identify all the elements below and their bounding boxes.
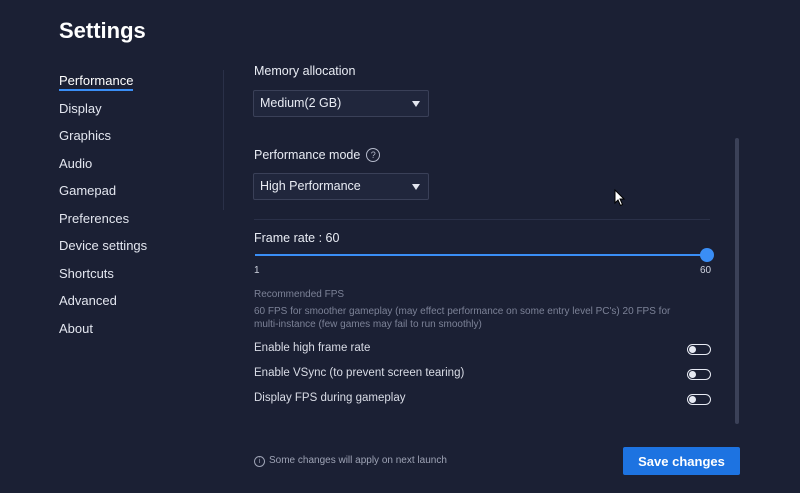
high-frame-rate-label: Enable high frame rate xyxy=(254,342,371,354)
performance-mode-dropdown[interactable]: High Performance xyxy=(253,173,429,200)
save-changes-button[interactable]: Save changes xyxy=(623,447,740,475)
sidebar-item-gamepad[interactable]: Gamepad xyxy=(59,180,147,208)
sidebar-item-performance[interactable]: Performance xyxy=(59,70,147,98)
recommended-fps-description: 60 FPS for smoother gameplay (may effect… xyxy=(254,306,671,330)
content-scrollbar[interactable] xyxy=(735,138,739,424)
sidebar-item-label: Display xyxy=(59,100,102,116)
memory-allocation-value: Medium(2 GB) xyxy=(260,96,342,110)
frame-rate-slider[interactable] xyxy=(255,248,714,262)
sidebar-item-advanced[interactable]: Advanced xyxy=(59,290,147,318)
sidebar-item-display[interactable]: Display xyxy=(59,98,147,126)
memory-allocation-label: Memory allocation xyxy=(254,64,356,78)
sidebar-item-label: Advanced xyxy=(59,293,117,308)
footer-note: i Some changes will apply on next launch xyxy=(254,455,447,467)
settings-window: Settings Performance Display Graphics Au… xyxy=(0,0,800,493)
memory-allocation-dropdown[interactable]: Medium(2 GB) xyxy=(253,90,429,117)
toggle-knob xyxy=(689,396,696,403)
sidebar-item-label: Device settings xyxy=(59,238,148,253)
frame-rate-max-label: 60 xyxy=(700,265,712,276)
vsync-label: Enable VSync (to prevent screen tearing) xyxy=(254,367,465,379)
sidebar-item-audio[interactable]: Audio xyxy=(59,153,147,181)
performance-mode-value: High Performance xyxy=(260,179,361,193)
sidebar-item-label: Shortcuts xyxy=(59,265,114,281)
section-divider xyxy=(254,219,710,220)
sidebar-item-device-settings[interactable]: Device settings xyxy=(59,235,147,263)
performance-mode-text: Performance mode xyxy=(254,148,361,162)
frame-rate-slider-fill xyxy=(255,254,707,256)
sidebar-item-label: About xyxy=(59,320,93,336)
help-icon[interactable]: ? xyxy=(366,148,381,162)
sidebar-item-label: Performance xyxy=(59,73,134,91)
info-icon: i xyxy=(254,456,265,467)
mouse-cursor-icon xyxy=(614,189,626,207)
display-fps-label: Display FPS during gameplay xyxy=(254,392,406,404)
sidebar-item-preferences[interactable]: Preferences xyxy=(59,208,147,236)
sidebar-item-graphics[interactable]: Graphics xyxy=(59,125,147,153)
chevron-down-icon xyxy=(412,101,420,107)
toggle-knob xyxy=(689,371,696,378)
sidebar-item-about[interactable]: About xyxy=(59,318,147,346)
sidebar-item-label: Gamepad xyxy=(59,183,117,198)
high-frame-rate-toggle[interactable] xyxy=(687,344,711,355)
sidebar-item-label: Preferences xyxy=(59,210,130,226)
recommended-fps-title: Recommended FPS xyxy=(254,289,345,300)
frame-rate-slider-thumb[interactable] xyxy=(700,248,714,262)
sidebar-divider xyxy=(223,70,224,210)
page-title: Settings xyxy=(59,18,146,43)
sidebar-item-shortcuts[interactable]: Shortcuts xyxy=(59,263,147,291)
frame-rate-min-label: 1 xyxy=(254,265,260,276)
sidebar-nav: Performance Display Graphics Audio Gamep… xyxy=(59,70,147,345)
sidebar-item-label: Graphics xyxy=(59,128,112,143)
performance-mode-label: Performance mode? xyxy=(254,148,381,162)
frame-rate-label: Frame rate : 60 xyxy=(254,231,340,245)
chevron-down-icon xyxy=(412,184,420,190)
footer-note-text: Some changes will apply on next launch xyxy=(269,455,447,466)
display-fps-toggle[interactable] xyxy=(687,394,711,405)
sidebar-item-label: Audio xyxy=(59,155,93,171)
toggle-knob xyxy=(689,346,696,353)
vsync-toggle[interactable] xyxy=(687,369,711,380)
